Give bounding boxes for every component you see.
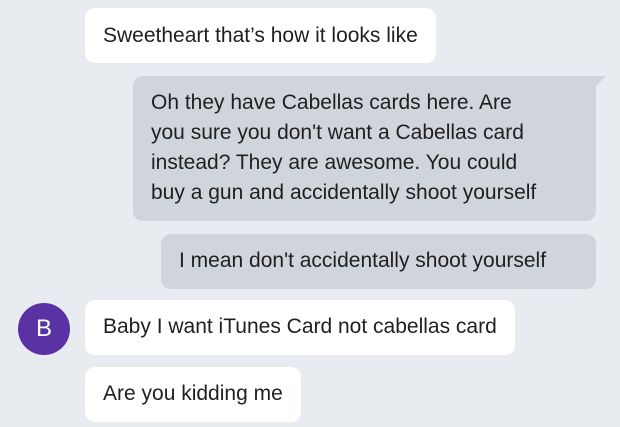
bubble-tail (596, 76, 606, 86)
message-text: I mean don't accidentally shoot yourself (179, 249, 547, 272)
message-text: Are you kidding me (103, 382, 283, 405)
message-bubble-incoming[interactable]: Are you kidding me (85, 367, 301, 422)
message-bubble-outgoing[interactable]: I mean don't accidentally shoot yourself (161, 234, 596, 289)
message-bubble-outgoing[interactable]: Oh they have Cabellas cards here. Are yo… (133, 76, 596, 221)
avatar-letter: B (35, 315, 52, 342)
message-text-line: instead? They are awesome. You could (151, 151, 518, 174)
message-bubble-incoming[interactable]: Baby I want iTunes Card not cabellas car… (85, 300, 515, 355)
message-bubble-incoming[interactable]: Sweetheart that’s how it looks like (85, 8, 436, 63)
message-text-line: Oh they have Cabellas cards here. Are (151, 91, 512, 114)
message-text-line: buy a gun and accidentally shoot yoursel… (151, 181, 537, 204)
message-text-line: you sure you don't want a Cabellas card (151, 121, 524, 144)
message-text: Sweetheart that’s how it looks like (103, 24, 418, 47)
contact-avatar[interactable]: B (18, 303, 70, 355)
message-text: Baby I want iTunes Card not cabellas car… (103, 315, 497, 338)
chat-screen: { "messages": [ {"direction": "incoming"… (0, 0, 620, 427)
